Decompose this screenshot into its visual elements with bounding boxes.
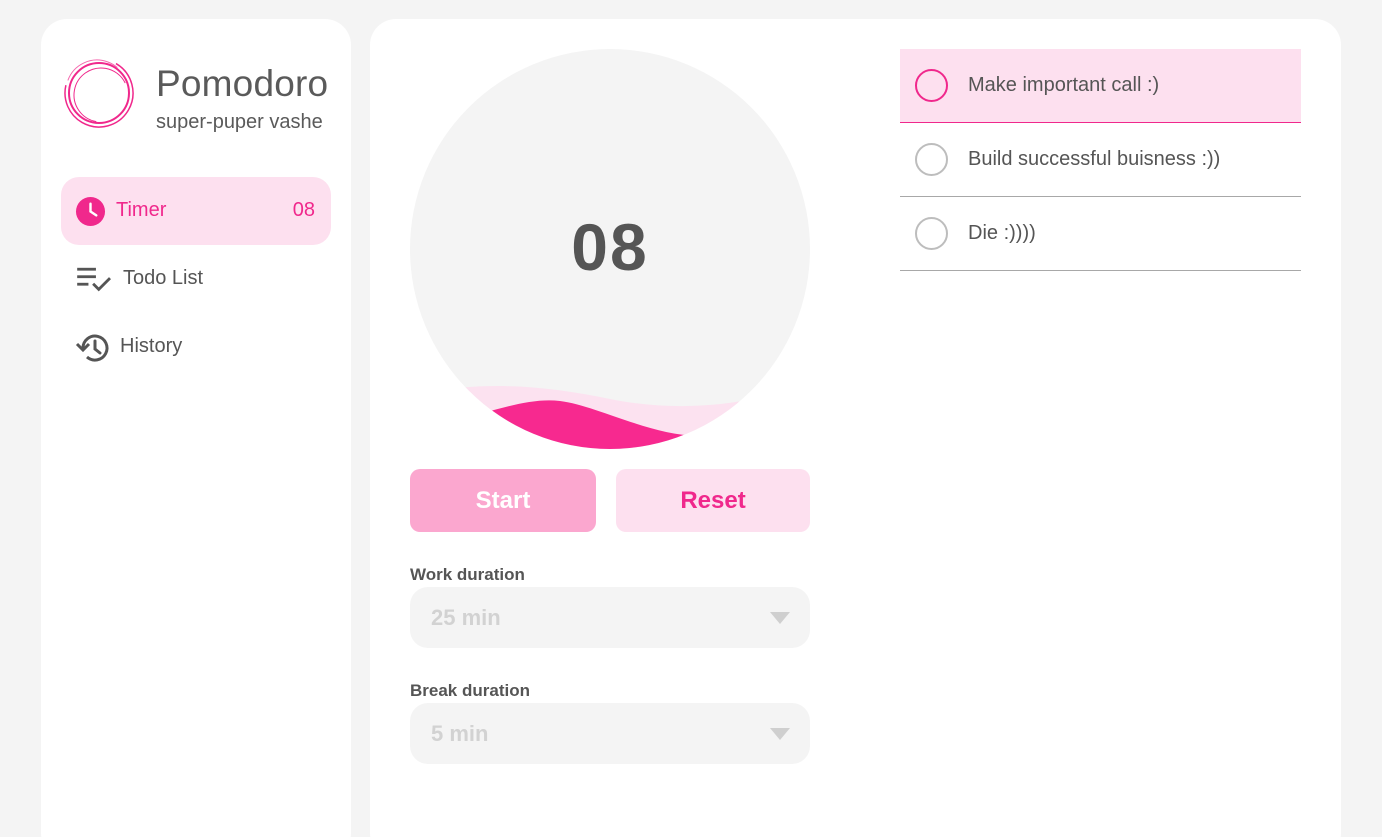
timer-count-badge: 08	[292, 199, 315, 221]
todo-item[interactable]: Build successful buisness :))	[900, 123, 1301, 197]
sidebar-item-label: History	[120, 335, 183, 357]
todo-item[interactable]: Make important call :)	[900, 49, 1301, 123]
sidebar-item-label: Todo List	[123, 267, 204, 289]
sidebar-item-timer[interactable]: Timer 08	[61, 177, 331, 245]
work-duration-value: 25 min	[431, 605, 501, 630]
app-title: Pomodoro	[156, 63, 329, 104]
work-duration-label: Work duration	[410, 565, 525, 584]
todo-text: Die :))))	[968, 222, 1036, 244]
clock-icon	[75, 196, 106, 227]
sidebar-item-todo-list[interactable]: Todo List	[61, 245, 331, 313]
todo-checkbox[interactable]	[915, 69, 948, 102]
start-button[interactable]: Start	[410, 469, 596, 532]
chevron-down-icon	[770, 612, 790, 624]
todo-list: Make important call :) Build successful …	[900, 49, 1301, 271]
chevron-down-icon	[770, 728, 790, 740]
pomodoro-logo-icon	[64, 58, 134, 128]
todo-text: Make important call :)	[968, 74, 1160, 96]
todo-checkbox[interactable]	[915, 143, 948, 176]
sidebar-item-label: Timer	[116, 199, 167, 221]
timer-value: 08	[571, 210, 649, 284]
timer-circle: 08	[410, 49, 810, 449]
main-panel: 08 Start Reset Work duration 25 min Brea…	[370, 19, 1341, 837]
brand: Pomodoro super-puper vashe	[63, 55, 343, 135]
break-duration-value: 5 min	[431, 721, 489, 746]
history-icon	[75, 334, 109, 362]
reset-button[interactable]: Reset	[616, 469, 810, 532]
checklist-icon	[77, 267, 111, 292]
sidebar-item-history[interactable]: History	[61, 313, 331, 381]
break-duration-label: Break duration	[410, 681, 530, 700]
todo-text: Build successful buisness :))	[968, 148, 1221, 170]
sidebar: Pomodoro super-puper vashe Timer 08 Todo…	[41, 19, 351, 837]
todo-item[interactable]: Die :))))	[900, 197, 1301, 271]
work-duration-select[interactable]: 25 min	[410, 587, 810, 648]
app-subtitle: super-puper vashe	[156, 111, 323, 133]
break-duration-select[interactable]: 5 min	[410, 703, 810, 764]
todo-checkbox[interactable]	[915, 217, 948, 250]
